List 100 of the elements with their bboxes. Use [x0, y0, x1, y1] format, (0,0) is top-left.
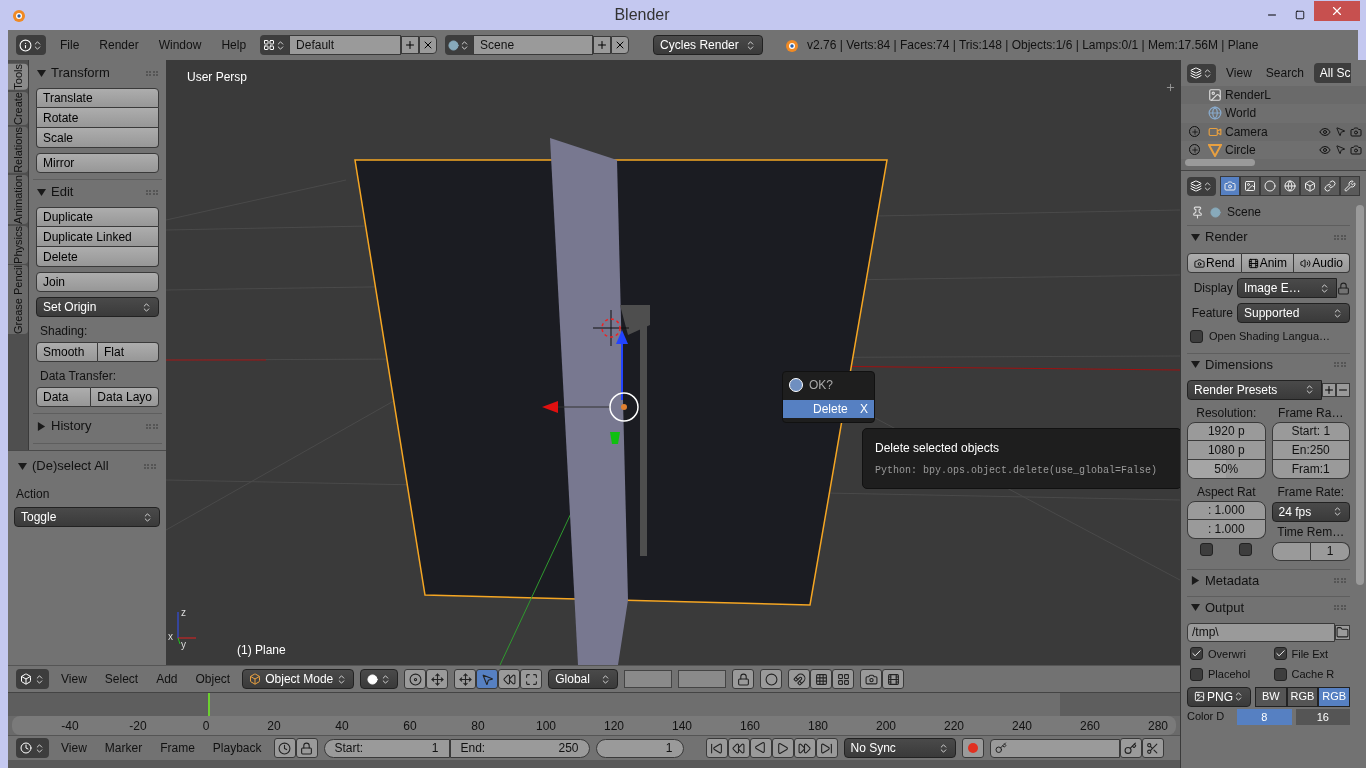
close-icon[interactable]: [419, 36, 438, 54]
outliner-row[interactable]: World: [1181, 104, 1366, 123]
menu-item[interactable]: View: [55, 739, 93, 757]
render-button[interactable]: [860, 669, 883, 689]
eye-icon[interactable]: [1319, 125, 1331, 138]
sidebar-tab[interactable]: Relations: [8, 126, 28, 173]
color-depth-button[interactable]: 16: [1295, 708, 1350, 725]
tool-button[interactable]: Data: [36, 387, 92, 407]
link-icon[interactable]: [1320, 176, 1340, 196]
expanded-triangle-icon[interactable]: [37, 187, 46, 197]
menu-item[interactable]: Marker: [98, 739, 149, 757]
sidebar-tab[interactable]: Physics: [8, 225, 28, 264]
cursor-icon[interactable]: [1335, 144, 1346, 156]
color-depth-button[interactable]: 8: [1237, 708, 1292, 725]
menu-item[interactable]: Help: [215, 36, 253, 54]
menu-item[interactable]: Search: [1261, 64, 1308, 82]
menu-item[interactable]: Window: [152, 36, 208, 54]
layer-grid-icon[interactable]: [624, 670, 673, 688]
expanded-triangle-icon[interactable]: [1191, 360, 1200, 369]
eye-icon[interactable]: [1319, 143, 1331, 156]
expanded-triangle-icon[interactable]: [18, 461, 27, 471]
checkbox[interactable]: [1273, 667, 1287, 681]
menu-item[interactable]: Render: [93, 36, 145, 54]
panel-title[interactable]: (De)select All: [32, 456, 139, 476]
checkbox[interactable]: [1190, 667, 1203, 681]
play-reverse-button[interactable]: [749, 738, 772, 758]
start-frame-field[interactable]: Start: 1: [323, 738, 450, 758]
number-field[interactable]: : 1.000: [1187, 519, 1266, 539]
menu-item[interactable]: Select: [98, 670, 145, 688]
tool-button[interactable]: Translate: [36, 88, 159, 108]
globe-icon[interactable]: [1280, 176, 1300, 196]
next-keyframe-button[interactable]: [793, 738, 816, 758]
menu-item[interactable]: Add: [150, 670, 184, 688]
tool-button[interactable]: Data Layo: [91, 387, 159, 407]
rotate-button[interactable]: [498, 669, 521, 689]
range-toggle-button[interactable]: [273, 738, 296, 758]
panel-title[interactable]: Render: [1205, 227, 1329, 247]
sidebar-tab[interactable]: Tools: [8, 64, 28, 90]
number-field[interactable]: Fram:1: [1271, 459, 1350, 479]
editor-type-button[interactable]: [1187, 176, 1216, 196]
menu-item[interactable]: File: [54, 36, 86, 54]
color-mode-button[interactable]: RGB: [1286, 686, 1319, 707]
delete-keyframe-button[interactable]: [1141, 738, 1164, 758]
dropdown[interactable]: Render Presets: [1187, 379, 1322, 400]
number-field[interactable]: 1920 p: [1187, 421, 1266, 441]
manipulator-toggle-button[interactable]: [426, 669, 449, 689]
menu-item[interactable]: Frame: [154, 739, 201, 757]
lock-icon[interactable]: [1337, 281, 1350, 295]
scene-field[interactable]: Scene: [473, 35, 594, 55]
camera-icon[interactable]: [1350, 143, 1362, 156]
panel-title[interactable]: Transform: [51, 63, 141, 83]
menu-item[interactable]: Playback: [206, 739, 268, 757]
collapsed-triangle-icon[interactable]: [1191, 576, 1200, 585]
close-icon[interactable]: [611, 36, 630, 54]
image-stack-icon[interactable]: [1240, 176, 1260, 196]
layer-grid-icon[interactable]: [678, 670, 727, 688]
panel-title[interactable]: Metadata: [1205, 570, 1329, 591]
folder-icon[interactable]: [1335, 624, 1350, 640]
snap-target-button[interactable]: [832, 669, 855, 689]
snap-element-button[interactable]: [810, 669, 833, 689]
expanded-triangle-icon[interactable]: [37, 68, 46, 78]
dropdown[interactable]: PNG: [1187, 686, 1251, 707]
expand-icon[interactable]: [1189, 144, 1200, 156]
layout-field[interactable]: Default: [289, 35, 402, 55]
dropdown[interactable]: Supported: [1237, 303, 1350, 323]
editor-type-button[interactable]: [16, 738, 49, 758]
layout-selector[interactable]: [260, 35, 290, 55]
tool-button[interactable]: Delete: [36, 247, 159, 267]
menu-item[interactable]: View: [1222, 64, 1256, 82]
path-field[interactable]: /tmp\: [1187, 622, 1335, 642]
snap-button[interactable]: [788, 669, 811, 689]
dropdown[interactable]: Set Origin: [36, 297, 159, 317]
expanded-triangle-icon[interactable]: [1191, 232, 1200, 242]
add-region-icon[interactable]: [1165, 82, 1176, 93]
tool-button[interactable]: Smooth: [36, 342, 98, 362]
editor-type-button[interactable]: [16, 669, 49, 689]
panel-title[interactable]: Dimensions: [1205, 354, 1329, 375]
checkbox[interactable]: [1239, 542, 1253, 556]
add-icon[interactable]: [593, 36, 612, 54]
pivot-button[interactable]: [404, 669, 427, 689]
tool-button[interactable]: Duplicate Linked: [36, 227, 159, 247]
checkbox[interactable]: [1273, 647, 1287, 661]
checkbox[interactable]: [1200, 542, 1214, 556]
cube-icon[interactable]: [1300, 176, 1320, 196]
dropdown[interactable]: Object Mode: [242, 669, 355, 689]
number-field[interactable]: 1: [1311, 541, 1350, 561]
cursor-icon[interactable]: [1335, 126, 1346, 138]
number-field[interactable]: : 1.000: [1187, 500, 1266, 520]
record-button[interactable]: [961, 738, 984, 758]
checkbox[interactable]: [1190, 647, 1203, 661]
camera-icon[interactable]: [1220, 176, 1240, 196]
menu-item[interactable]: Delete X: [783, 400, 874, 418]
axes-button[interactable]: [454, 669, 477, 689]
end-frame-field[interactable]: End: 250: [449, 738, 590, 758]
tool-button[interactable]: Scale: [36, 128, 159, 148]
expand-icon[interactable]: [1189, 126, 1200, 138]
lock-button[interactable]: [295, 738, 318, 758]
proportional-button[interactable]: [760, 669, 783, 689]
dropdown[interactable]: 24 fps: [1271, 501, 1350, 522]
scale-button[interactable]: [520, 669, 543, 689]
